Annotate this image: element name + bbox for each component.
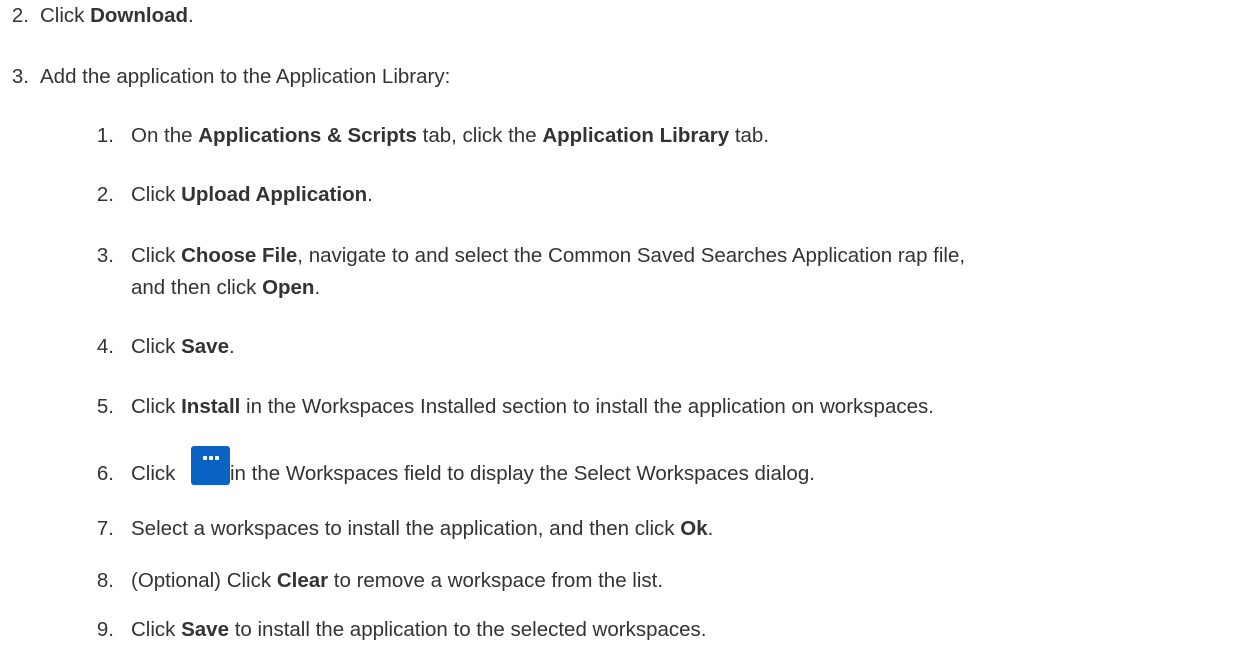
step-text: Add the application to the Application L… xyxy=(40,65,451,88)
step-number: 2. xyxy=(96,183,114,206)
step-text: Click Save to install the application to… xyxy=(131,618,707,641)
step-number: 2. xyxy=(11,4,29,27)
step-number: 3. xyxy=(96,244,114,267)
step-number: 6. xyxy=(96,462,114,485)
ellipsis-button-icon xyxy=(191,446,230,485)
step-text: Select a workspaces to install the appli… xyxy=(131,517,714,540)
download-label: Download xyxy=(90,4,189,27)
step-number: 1. xyxy=(96,124,114,147)
step-number: 9. xyxy=(96,618,114,641)
step-text-continuation: and then click Open. xyxy=(131,276,321,299)
step-text: Click Choose File, navigate to and selec… xyxy=(131,244,966,267)
step-text-prefix: Click xyxy=(131,462,176,485)
step-number: 5. xyxy=(96,395,114,418)
step-number: 8. xyxy=(96,569,114,592)
step-text: Click Upload Application. xyxy=(131,183,373,206)
step-number: 3. xyxy=(11,65,29,88)
step-text: Click Install in the Workspaces Installe… xyxy=(131,395,934,418)
step-number: 7. xyxy=(96,517,114,540)
step-number: 4. xyxy=(96,335,114,358)
step-text: Click Download. xyxy=(40,4,194,27)
step-text: in the Workspaces field to display the S… xyxy=(230,462,815,485)
step-text: On the Applications & Scripts tab, click… xyxy=(131,124,770,147)
step-text: Click Save. xyxy=(131,335,235,358)
step-text: (Optional) Click Clear to remove a works… xyxy=(131,569,664,592)
